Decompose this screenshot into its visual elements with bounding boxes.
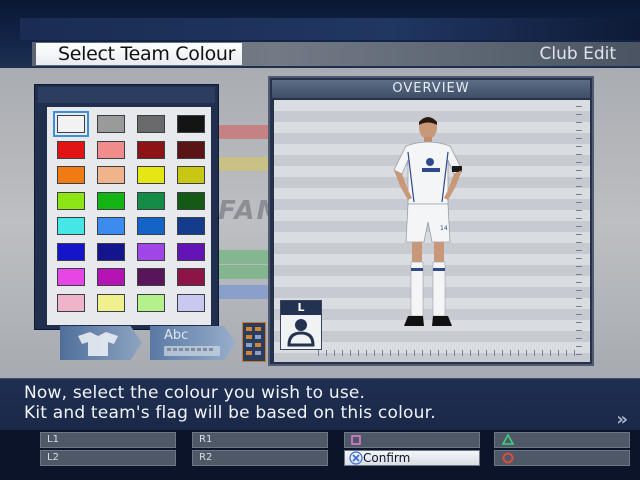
colour-swatch[interactable] bbox=[57, 191, 85, 210]
overview-title: OVERVIEW bbox=[272, 80, 590, 98]
colour-swatch[interactable] bbox=[137, 140, 165, 159]
colour-swatch[interactable] bbox=[177, 191, 205, 210]
page-title: Select Team Colour bbox=[36, 43, 242, 65]
colour-swatch[interactable] bbox=[97, 115, 125, 133]
l1-key-label: L1 bbox=[47, 434, 59, 445]
flag-icon[interactable] bbox=[242, 322, 266, 362]
text-edit-icon[interactable]: Abc bbox=[150, 326, 236, 360]
left-foot-icon bbox=[287, 319, 315, 347]
preferred-foot-letter: L bbox=[281, 301, 321, 315]
confirm-label: Confirm bbox=[363, 451, 411, 465]
colour-swatch[interactable] bbox=[97, 166, 125, 184]
colour-swatch[interactable] bbox=[177, 242, 205, 261]
triangle-slot[interactable] bbox=[494, 432, 630, 448]
next-page-icon[interactable]: » bbox=[616, 409, 628, 430]
button-legend: L1 L2 R1 R2 Confirm bbox=[0, 430, 640, 480]
palette-header bbox=[38, 87, 215, 103]
square-button-icon bbox=[351, 435, 361, 445]
colour-swatch[interactable] bbox=[97, 268, 125, 286]
colour-swatch[interactable] bbox=[137, 166, 165, 184]
colour-swatch[interactable] bbox=[137, 242, 165, 261]
instruction-box: Now, select the colour you wish to use. … bbox=[0, 378, 640, 430]
top-stripe bbox=[20, 18, 640, 40]
colour-swatch[interactable] bbox=[57, 166, 85, 184]
height-ruler bbox=[576, 106, 582, 356]
preferred-foot-badge: L bbox=[280, 300, 322, 350]
colour-palette-panel bbox=[34, 84, 219, 330]
colour-swatch[interactable] bbox=[177, 217, 205, 235]
colour-swatch[interactable] bbox=[97, 191, 125, 210]
cross-button-icon bbox=[349, 451, 363, 465]
colour-swatch[interactable] bbox=[137, 293, 165, 312]
colour-swatch[interactable] bbox=[137, 115, 165, 133]
overview-panel: OVERVIEW 14 L bbox=[268, 76, 594, 366]
r1-key-label: R1 bbox=[199, 434, 213, 445]
colour-swatch[interactable] bbox=[57, 268, 85, 286]
colour-swatch[interactable] bbox=[177, 140, 205, 159]
colour-swatch[interactable] bbox=[177, 268, 205, 286]
l2-key-label: L2 bbox=[47, 452, 59, 463]
r1-slot[interactable]: R1 bbox=[192, 432, 328, 448]
l1-slot[interactable]: L1 bbox=[40, 432, 176, 448]
player-model: 14 bbox=[393, 117, 463, 326]
confirm-slot[interactable]: Confirm bbox=[344, 450, 480, 466]
svg-text:14: 14 bbox=[440, 225, 448, 232]
colour-swatch[interactable] bbox=[137, 217, 165, 235]
colour-swatch[interactable] bbox=[53, 111, 89, 137]
l2-slot[interactable]: L2 bbox=[40, 450, 176, 466]
mode-icons: Abc bbox=[52, 322, 272, 362]
game-screen: Select Team Colour Club Edit FAM Abc OVE… bbox=[0, 0, 640, 480]
colour-swatch[interactable] bbox=[97, 217, 125, 235]
colour-swatch[interactable] bbox=[177, 293, 205, 312]
colour-swatch[interactable] bbox=[97, 242, 125, 261]
colour-palette-grid bbox=[47, 107, 211, 325]
circle-slot[interactable] bbox=[494, 450, 630, 466]
colour-swatch[interactable] bbox=[97, 293, 125, 312]
colour-swatch[interactable] bbox=[57, 217, 85, 235]
colour-swatch[interactable] bbox=[177, 115, 205, 133]
colour-swatch[interactable] bbox=[57, 140, 85, 159]
colour-swatch[interactable] bbox=[57, 242, 85, 261]
square-slot[interactable] bbox=[344, 432, 480, 448]
circle-button-icon bbox=[502, 452, 514, 464]
instruction-line-2: Kit and team's flag will be based on thi… bbox=[24, 403, 436, 423]
colour-swatch[interactable] bbox=[97, 140, 125, 159]
colour-swatch[interactable] bbox=[137, 191, 165, 210]
text-edit-icon-label: Abc bbox=[164, 328, 189, 343]
r2-key-label: R2 bbox=[199, 452, 213, 463]
instruction-line-1: Now, select the colour you wish to use. bbox=[24, 383, 366, 403]
triangle-button-icon bbox=[501, 433, 515, 445]
kit-icon[interactable] bbox=[60, 326, 142, 360]
r2-slot[interactable]: R2 bbox=[192, 450, 328, 466]
colour-swatch[interactable] bbox=[177, 166, 205, 184]
section-label: Club Edit bbox=[539, 44, 616, 64]
colour-swatch[interactable] bbox=[57, 293, 85, 312]
overview-field: 14 L bbox=[274, 100, 590, 362]
colour-swatch[interactable] bbox=[137, 268, 165, 286]
